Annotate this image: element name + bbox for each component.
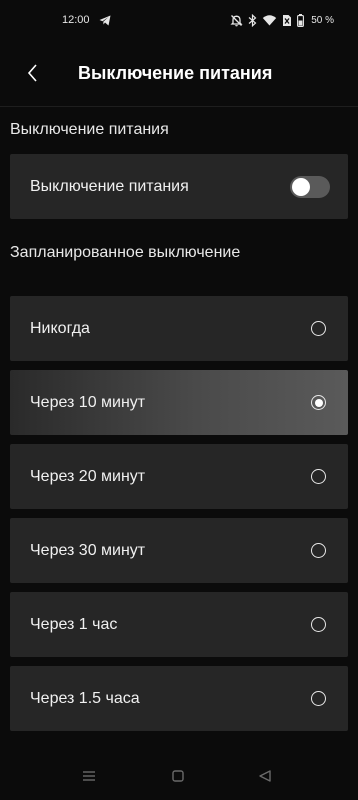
radio-button[interactable] <box>311 469 326 484</box>
option-label: Никогда <box>30 319 90 337</box>
radio-button[interactable] <box>311 617 326 632</box>
schedule-option-30min[interactable]: Через 30 минут <box>10 518 348 583</box>
wifi-icon <box>262 14 277 26</box>
header-divider <box>0 106 358 107</box>
back-button[interactable] <box>18 60 48 90</box>
option-label: Через 1 час <box>30 615 118 633</box>
battery-percentage: 50 % <box>311 14 334 26</box>
status-left: 12:00 <box>62 14 111 26</box>
system-back-button[interactable] <box>253 768 277 788</box>
status-time: 12:00 <box>62 14 90 26</box>
schedule-option-never[interactable]: Никогда <box>10 296 348 361</box>
radio-button[interactable] <box>311 691 326 706</box>
schedule-option-1-5hours[interactable]: Через 1.5 часа <box>10 666 348 731</box>
battery-icon <box>297 13 305 27</box>
page-title: Выключение питания <box>78 63 273 83</box>
schedule-option-20min[interactable]: Через 20 минут <box>10 444 348 509</box>
telegram-icon <box>99 15 111 26</box>
radio-button-selected[interactable] <box>311 395 326 410</box>
power-toggle-switch[interactable] <box>290 175 330 198</box>
option-label: Через 30 минут <box>30 541 146 559</box>
status-bar: 12:00 50 % <box>0 0 358 40</box>
option-label: Через 20 минут <box>30 467 146 485</box>
power-toggle-row[interactable]: Выключение питания <box>10 154 348 219</box>
toggle-knob <box>292 177 310 196</box>
navigation-bar <box>0 760 358 796</box>
back-triangle-icon <box>258 769 272 788</box>
radio-button[interactable] <box>311 321 326 336</box>
schedule-option-10min[interactable]: Через 10 минут <box>10 370 348 435</box>
schedule-option-1hour[interactable]: Через 1 час <box>10 592 348 657</box>
home-button[interactable] <box>166 768 190 788</box>
home-icon <box>171 769 185 788</box>
menu-icon <box>82 769 96 787</box>
option-label: Через 10 минут <box>30 393 146 411</box>
app-bar: Выключение питания <box>0 52 358 98</box>
no-sim-icon <box>282 14 292 27</box>
power-section-header: Выключение питания <box>10 121 169 138</box>
mute-icon <box>230 14 243 27</box>
recent-apps-button[interactable] <box>77 768 101 788</box>
bluetooth-icon <box>248 13 257 27</box>
power-toggle-label: Выключение питания <box>30 177 189 195</box>
schedule-section-header: Запланированное выключение <box>10 244 241 261</box>
status-right: 50 % <box>230 13 334 27</box>
option-label: Через 1.5 часа <box>30 689 140 707</box>
chevron-left-icon <box>27 63 39 88</box>
radio-button[interactable] <box>311 543 326 558</box>
